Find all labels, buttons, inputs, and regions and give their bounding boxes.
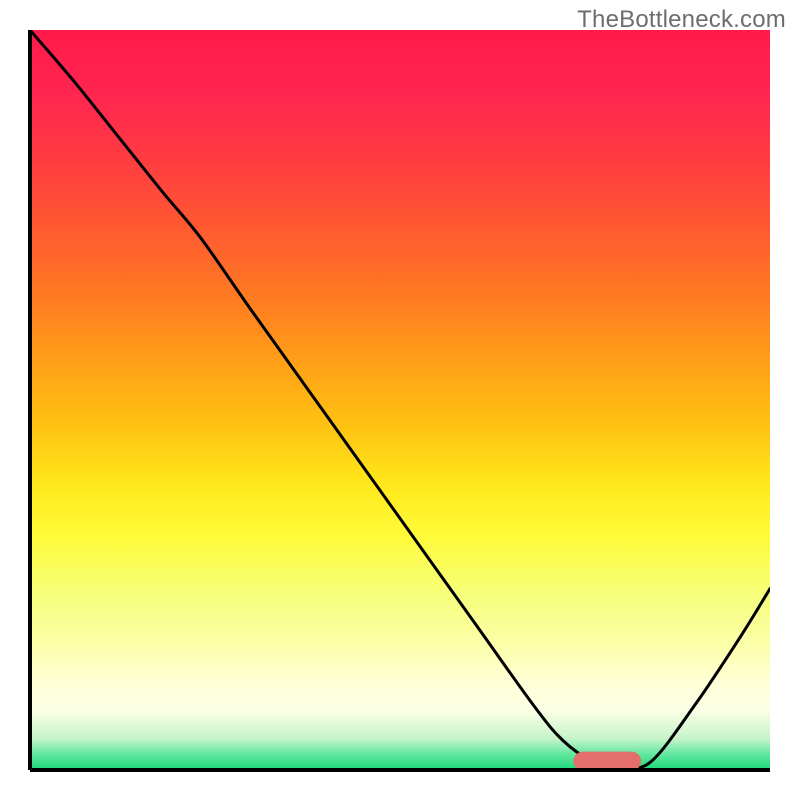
- chart-container: TheBottleneck.com: [0, 0, 800, 800]
- watermark-text: TheBottleneck.com: [577, 6, 786, 34]
- bottleneck-chart: [0, 0, 800, 800]
- optimal-marker: [574, 752, 641, 770]
- gradient-background: [30, 30, 770, 770]
